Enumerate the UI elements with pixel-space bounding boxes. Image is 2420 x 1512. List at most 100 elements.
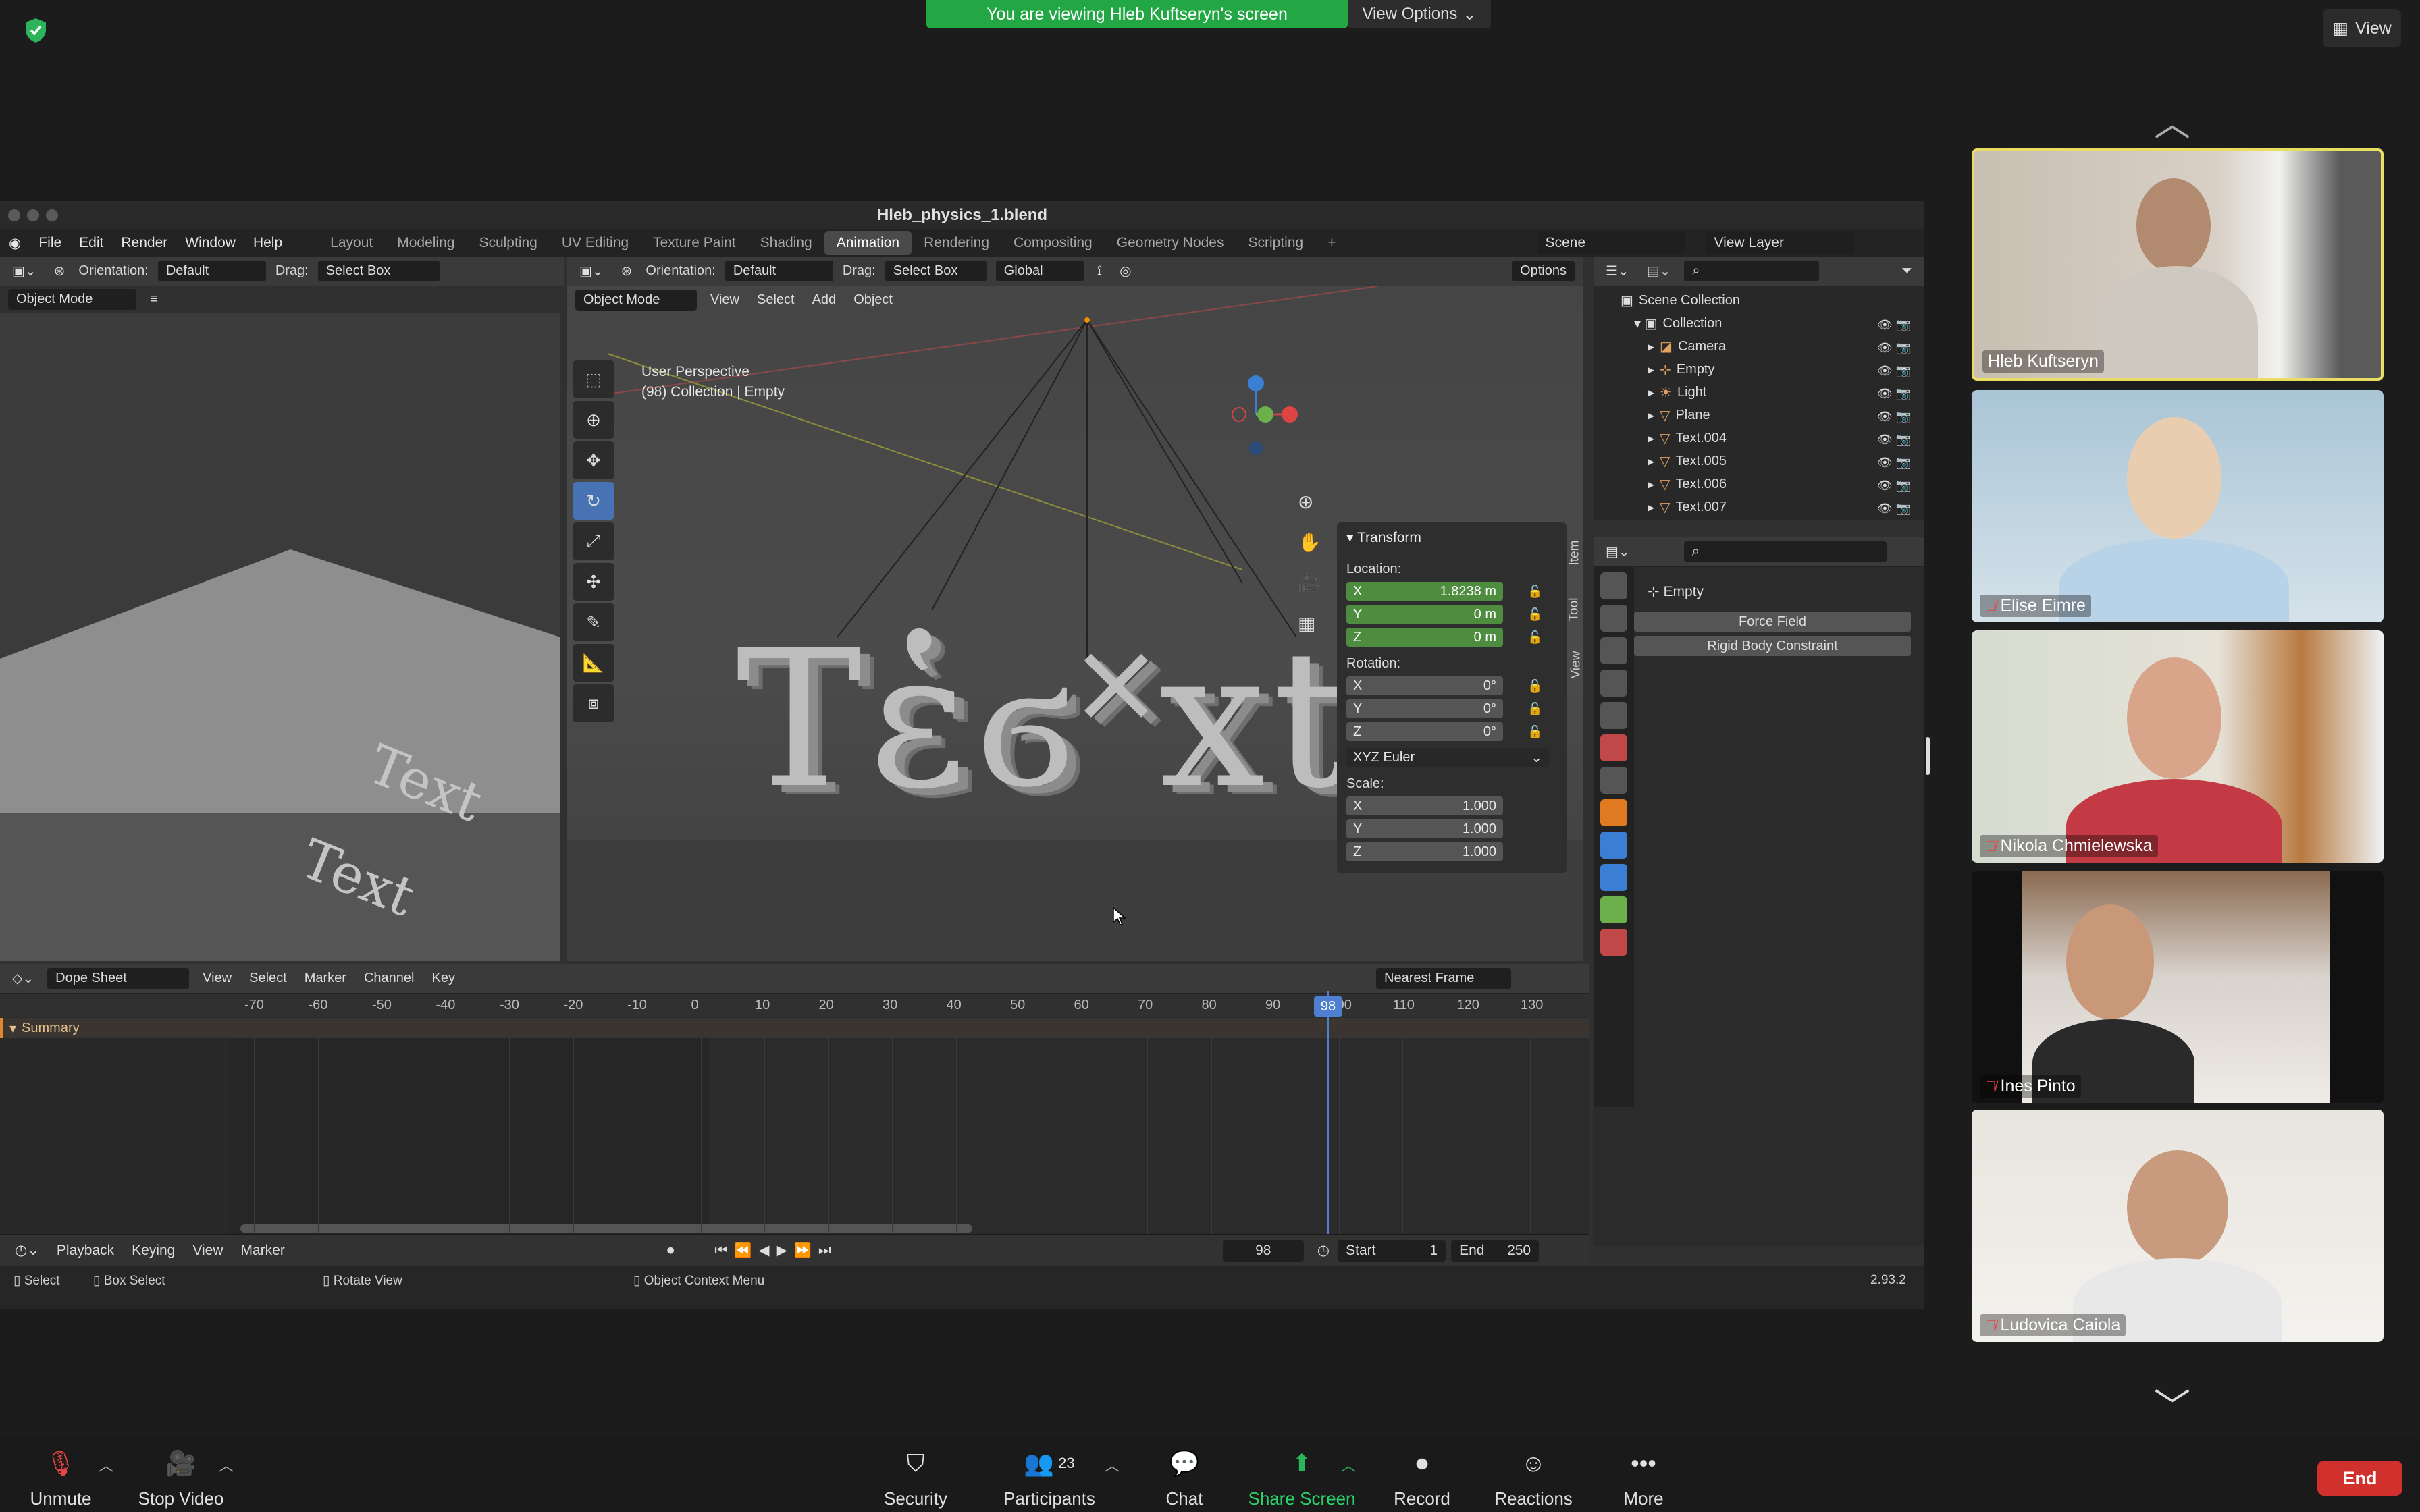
stop-video-button[interactable]: 🎥 Stop Video — [134, 1449, 228, 1509]
location-x-field[interactable]: X 1.8238 m — [1346, 582, 1503, 601]
unmute-button[interactable]: 🎙 Unmute — [27, 1449, 95, 1509]
end-frame-field[interactable]: End 250 — [1451, 1239, 1540, 1262]
participants-button[interactable]: 👥 23 Participants — [1002, 1449, 1097, 1509]
eye-icon[interactable]: 👁 📷 — [1877, 336, 1911, 359]
snap-icon[interactable]: ⟟ — [1093, 262, 1106, 280]
constraints-tab-icon[interactable] — [1600, 864, 1627, 891]
menu-keying[interactable]: Keying — [128, 1241, 179, 1260]
rotate-tool-icon[interactable]: ↻ — [573, 482, 614, 520]
select-tool-icon[interactable]: ⬚ — [573, 360, 614, 398]
tab-uv-editing[interactable]: UV Editing — [550, 231, 641, 255]
transform-space-dropdown[interactable]: Global — [995, 261, 1084, 281]
orientation-dropdown[interactable]: Default — [157, 261, 266, 281]
eye-icon[interactable]: 👁 📷 — [1877, 428, 1911, 451]
current-frame-field[interactable]: 98 — [1222, 1239, 1304, 1262]
tab-texture-paint[interactable]: Texture Paint — [641, 231, 748, 255]
object-mode-dropdown[interactable]: Object Mode — [8, 289, 136, 310]
menu-file[interactable]: File — [30, 235, 70, 251]
eye-icon[interactable]: 👁 📷 — [1877, 359, 1911, 382]
outliner-collection[interactable]: ▾ ▣ Collection — [1594, 312, 1924, 335]
view-options-button[interactable]: View Options ⌄ — [1348, 0, 1491, 28]
menu-select[interactable]: Select — [245, 969, 291, 988]
share-options-chevron-icon[interactable]: ︿ — [1341, 1454, 1356, 1476]
editor-type-icon[interactable]: ◴⌄ — [11, 1241, 43, 1260]
menu-window[interactable]: Window — [176, 235, 244, 251]
outliner-item-empty[interactable]: ▸ ⊹ Empty — [1594, 358, 1924, 381]
tab-item[interactable]: Item — [1567, 541, 1582, 566]
outliner-scene-collection[interactable]: ▣ Scene Collection — [1594, 289, 1924, 312]
tab-shading[interactable]: Shading — [748, 231, 824, 255]
tab-layout[interactable]: Layout — [318, 231, 385, 255]
audio-options-chevron-icon[interactable]: ︿ — [99, 1454, 113, 1476]
transform-pivot-icon[interactable]: ⊛ — [617, 261, 637, 281]
snap-mode-dropdown[interactable]: Nearest Frame — [1376, 968, 1511, 989]
editor-type-icon[interactable]: ▣⌄ — [575, 261, 608, 281]
chat-button[interactable]: 💬 Chat — [1152, 1449, 1217, 1509]
participants-options-chevron-icon[interactable]: ︿ — [1105, 1454, 1120, 1476]
playhead[interactable] — [1327, 991, 1329, 1241]
view-layer-selector[interactable]: View Layer — [1706, 232, 1855, 254]
minimize-window-button[interactable] — [27, 209, 39, 221]
record-button[interactable]: ⏺ Record — [1388, 1449, 1456, 1509]
drag-dropdown[interactable]: Select Box — [317, 261, 440, 281]
scroll-up-chevron-icon[interactable]: ︿ — [2154, 93, 2190, 146]
camera-view-icon[interactable]: 🎥 — [1298, 563, 1325, 603]
outliner-item-light[interactable]: ▸ ☀ Light — [1594, 381, 1924, 404]
rotation-mode-dropdown[interactable]: XYZ Euler ⌄ — [1346, 748, 1549, 767]
panel-resize-handle[interactable] — [1926, 737, 1930, 775]
pan-hand-icon[interactable]: ✋ — [1298, 522, 1325, 563]
tab-animation[interactable]: Animation — [824, 231, 912, 255]
transform-panel-title[interactable]: ▾ Transform — [1346, 529, 1421, 546]
share-screen-button[interactable]: ⬆ Share Screen — [1248, 1449, 1356, 1509]
ortho-grid-icon[interactable]: ▦ — [1298, 603, 1325, 644]
participant-tile[interactable]: Hleb Kuftseryn — [1972, 148, 2384, 381]
menu-playback[interactable]: Playback — [53, 1241, 118, 1260]
scroll-down-chevron-icon[interactable]: ﹀ — [2154, 1377, 2190, 1430]
menu-view[interactable]: View — [199, 969, 236, 988]
output-tab-icon[interactable] — [1600, 637, 1627, 664]
transform-tool-icon[interactable]: ✣ — [573, 563, 614, 601]
menu-render[interactable]: Render — [112, 235, 176, 251]
play-icon[interactable]: ▶ — [777, 1243, 794, 1258]
properties-search-input[interactable]: ⌕ — [1683, 541, 1887, 562]
rotation-y-field[interactable]: Y 0° — [1346, 699, 1503, 718]
lock-icon[interactable]: 🔓 — [1527, 679, 1542, 694]
menu-marker[interactable]: Marker — [300, 969, 350, 988]
security-button[interactable]: ⛉ Security — [875, 1449, 956, 1509]
location-z-field[interactable]: Z 0 m — [1346, 628, 1503, 647]
participant-tile[interactable]: 🎙̸ Elise Eimre — [1972, 390, 2384, 622]
add-workspace-icon[interactable]: + — [1315, 231, 1348, 255]
tool-tab-icon[interactable] — [1600, 572, 1627, 599]
options-dropdown[interactable]: Options — [1512, 261, 1575, 281]
hamburger-menu-icon[interactable]: ≡ — [146, 290, 162, 308]
menu-channel[interactable]: Channel — [360, 969, 419, 988]
clock-icon[interactable]: ◷ — [1317, 1242, 1330, 1259]
eye-icon[interactable]: 👁 📷 — [1877, 474, 1911, 497]
view-layout-button[interactable]: ▦ View — [2323, 9, 2401, 47]
scale-y-field[interactable]: Y 1.000 — [1346, 819, 1503, 838]
tab-modeling[interactable]: Modeling — [385, 231, 467, 255]
current-frame-indicator[interactable]: 98 — [1314, 996, 1342, 1017]
end-meeting-button[interactable]: End — [2317, 1461, 2402, 1496]
tab-scripting[interactable]: Scripting — [1236, 231, 1315, 255]
frame-ruler[interactable]: -70 -60 -50 -40 -30 -20 -10 0 10 20 30 40 50 60 70 80 90… — [0, 994, 1589, 1017]
display-mode-icon[interactable]: ▤⌄ — [1643, 261, 1675, 281]
menu-edit[interactable]: Edit — [70, 235, 112, 251]
lock-icon[interactable]: 🔓 — [1527, 725, 1542, 740]
outliner-search-input[interactable]: ⌕ — [1684, 261, 1820, 281]
data-tab-icon[interactable] — [1600, 896, 1627, 923]
tab-rendering[interactable]: Rendering — [912, 231, 1001, 255]
record-keyframe-icon[interactable]: ⏺ — [667, 1243, 675, 1259]
eye-icon[interactable]: 👁 📷 — [1877, 313, 1911, 336]
physics-tab-icon[interactable] — [1600, 832, 1627, 859]
start-frame-field[interactable]: Start 1 — [1338, 1239, 1446, 1262]
maximize-window-button[interactable] — [46, 209, 58, 221]
outliner-item-plane[interactable]: ▸ ▽ Plane — [1594, 404, 1924, 427]
lock-icon[interactable]: 🔓 — [1527, 630, 1542, 645]
scene-selector[interactable]: Scene — [1537, 232, 1686, 254]
tab-view[interactable]: View — [1569, 651, 1583, 679]
eye-icon[interactable]: 👁 📷 — [1877, 497, 1911, 520]
lock-icon[interactable]: 🔓 — [1527, 702, 1542, 717]
menu-help[interactable]: Help — [244, 235, 291, 251]
scale-z-field[interactable]: Z 1.000 — [1346, 842, 1503, 861]
